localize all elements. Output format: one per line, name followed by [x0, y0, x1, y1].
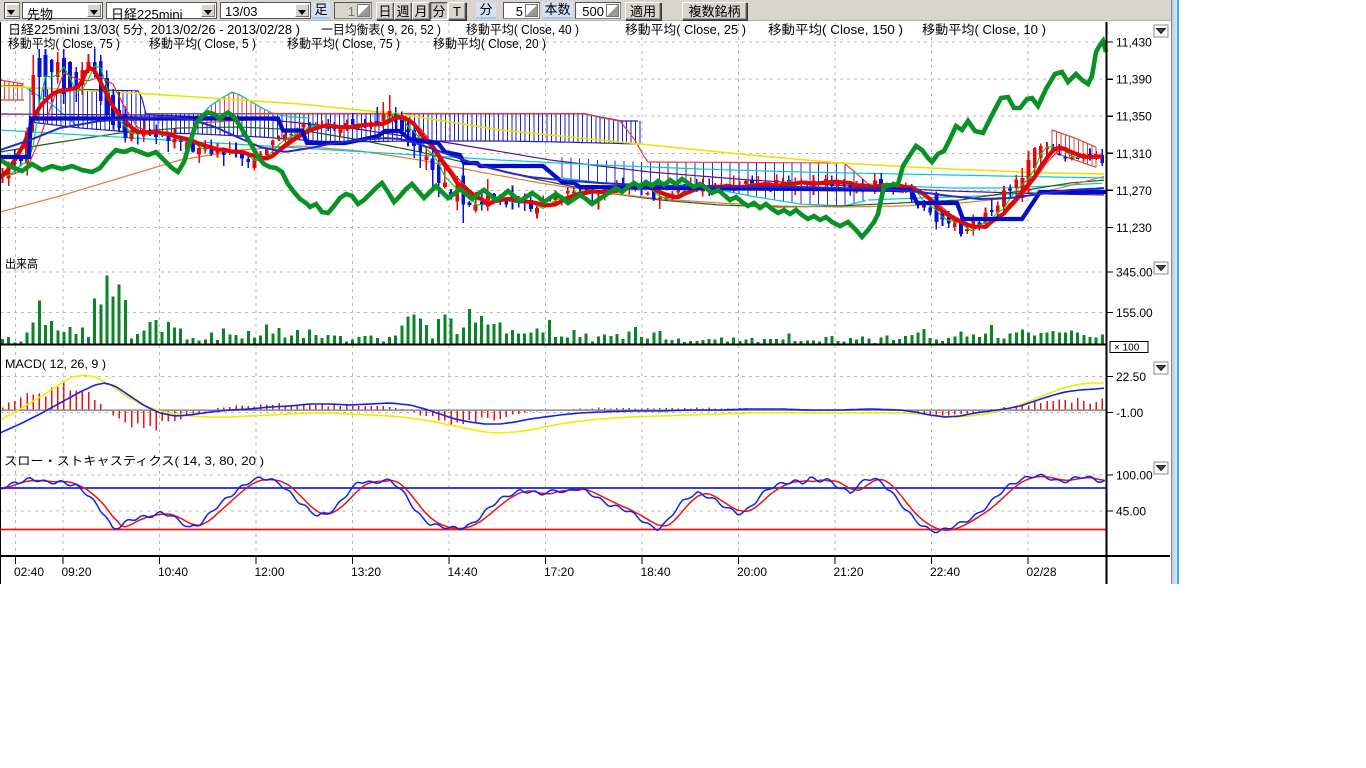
svg-text:20:00: 20:00: [737, 565, 767, 579]
svg-text:22.50: 22.50: [1116, 370, 1146, 384]
svg-text:09:20: 09:20: [62, 565, 92, 579]
svg-text:11,270: 11,270: [1116, 184, 1152, 198]
svg-text:移動平均( Close, 5 ): 移動平均( Close, 5 ): [149, 37, 256, 51]
svg-text:11,230: 11,230: [1116, 221, 1152, 235]
svg-text:× 100: × 100: [1114, 343, 1140, 354]
svg-text:スロー・ストキャスティクス( 14, 3, 80, 20 ): スロー・ストキャスティクス( 14, 3, 80, 20 ): [4, 454, 264, 468]
svg-text:02/28: 02/28: [1027, 565, 1057, 579]
svg-text:出来高: 出来高: [5, 256, 38, 271]
svg-text:移動平均( Close, 75 ): 移動平均( Close, 75 ): [8, 37, 120, 51]
svg-text:-1.00: -1.00: [1116, 406, 1144, 420]
svg-text:移動平均( Close, 25 ): 移動平均( Close, 25 ): [625, 23, 746, 37]
svg-text:10:40: 10:40: [158, 565, 188, 579]
svg-text:移動平均( Close, 20 ): 移動平均( Close, 20 ): [433, 37, 546, 51]
svg-text:11,430: 11,430: [1116, 36, 1152, 50]
svg-text:02:40: 02:40: [14, 565, 44, 579]
svg-text:17:20: 17:20: [544, 565, 574, 579]
svg-text:13:20: 13:20: [351, 565, 381, 579]
svg-text:100.00: 100.00: [1116, 469, 1153, 483]
svg-text:11,350: 11,350: [1116, 110, 1152, 124]
svg-text:移動平均( Close, 40 ): 移動平均( Close, 40 ): [466, 23, 579, 37]
svg-text:155.00: 155.00: [1116, 306, 1153, 320]
svg-text:12:00: 12:00: [255, 565, 285, 579]
svg-text:45.00: 45.00: [1116, 505, 1146, 519]
svg-text:14:40: 14:40: [448, 565, 478, 579]
svg-text:21:20: 21:20: [834, 565, 864, 579]
svg-text:11,390: 11,390: [1116, 73, 1152, 87]
svg-text:移動平均( Close, 150 ): 移動平均( Close, 150 ): [768, 23, 903, 37]
svg-text:移動平均( Close, 75 ): 移動平均( Close, 75 ): [287, 37, 400, 51]
svg-text:日経225mini 13/03( 5分, 2013/02/2: 日経225mini 13/03( 5分, 2013/02/26 - 2013/0…: [8, 23, 300, 37]
svg-text:移動平均( Close, 10 ): 移動平均( Close, 10 ): [922, 23, 1046, 37]
svg-text:18:40: 18:40: [641, 565, 671, 579]
svg-text:一目均衡表( 9, 26, 52 ): 一目均衡表( 9, 26, 52 ): [321, 23, 441, 37]
svg-text:MACD( 12, 26, 9 ): MACD( 12, 26, 9 ): [5, 357, 106, 371]
svg-text:11,310: 11,310: [1116, 147, 1152, 161]
svg-text:22:40: 22:40: [930, 565, 960, 579]
svg-text:345.00: 345.00: [1116, 266, 1153, 280]
